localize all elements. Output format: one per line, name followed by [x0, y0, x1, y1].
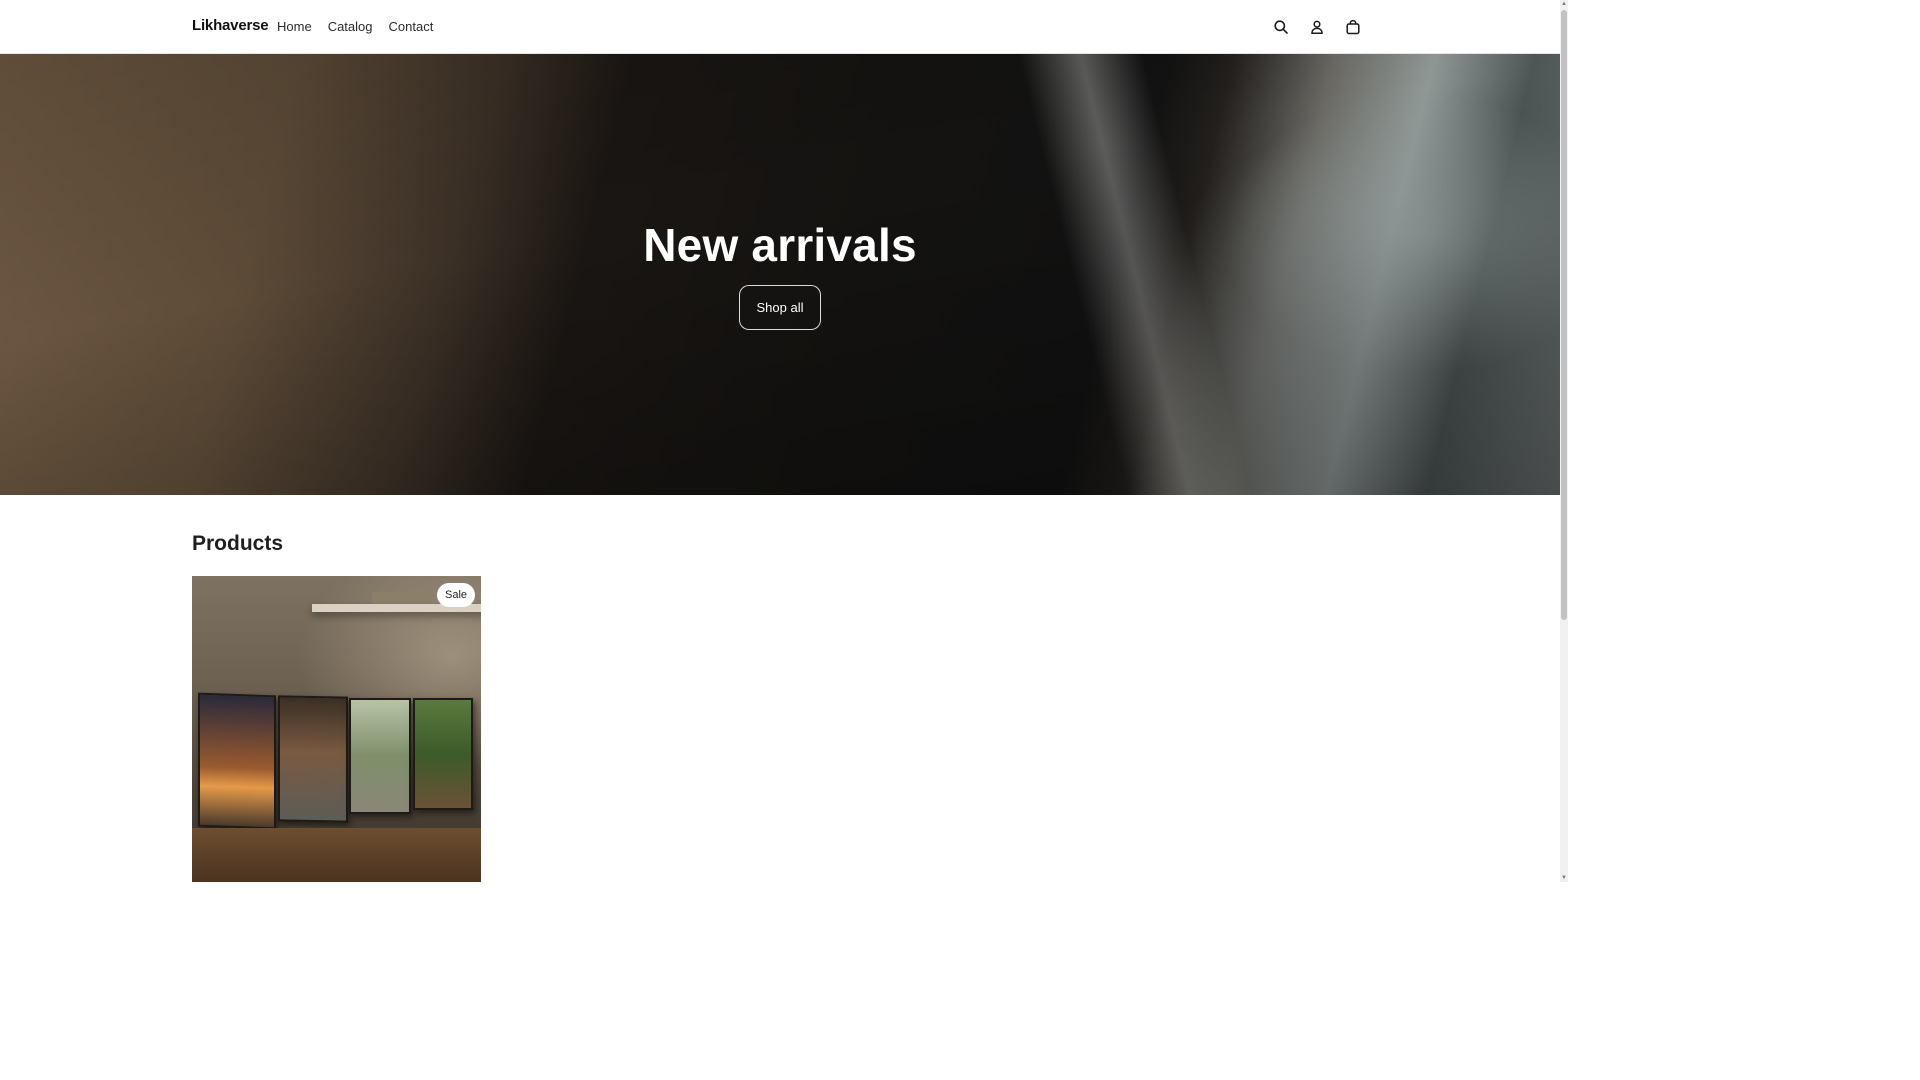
- product-image-books: [372, 592, 432, 604]
- brand-logo[interactable]: Likhaverse: [192, 17, 269, 34]
- scrollbar-thumb[interactable]: [1561, 10, 1567, 620]
- product-image-desk: [192, 828, 481, 882]
- scroll-down-arrow[interactable]: ▼: [1561, 874, 1567, 882]
- photo-frame-garden: [413, 698, 473, 810]
- sale-badge: Sale: [437, 583, 475, 607]
- shop-all-button[interactable]: Shop all: [739, 285, 821, 330]
- hero-overlay: [0, 54, 1560, 495]
- photo-frame-park: [349, 698, 411, 814]
- hero-banner: New arrivals Shop all: [0, 54, 1560, 495]
- nav-home-link[interactable]: Home: [277, 19, 312, 34]
- hero-title: New arrivals: [643, 219, 917, 271]
- nav-contact-link[interactable]: Contact: [389, 19, 434, 34]
- header-actions: [1270, 16, 1364, 38]
- search-icon[interactable]: [1270, 16, 1292, 38]
- account-icon[interactable]: [1306, 16, 1328, 38]
- main-nav: Home Catalog Contact: [277, 19, 433, 34]
- products-heading: Products: [192, 532, 284, 555]
- cart-icon[interactable]: [1342, 16, 1364, 38]
- photo-frame-couple: [278, 695, 348, 823]
- product-card[interactable]: [192, 576, 481, 882]
- nav-catalog-link[interactable]: Catalog: [328, 19, 373, 34]
- site-header: Likhaverse Home Catalog Contact: [0, 0, 1560, 54]
- photo-frame-sunset: [198, 692, 276, 830]
- scroll-up-arrow[interactable]: ▲: [1561, 0, 1567, 8]
